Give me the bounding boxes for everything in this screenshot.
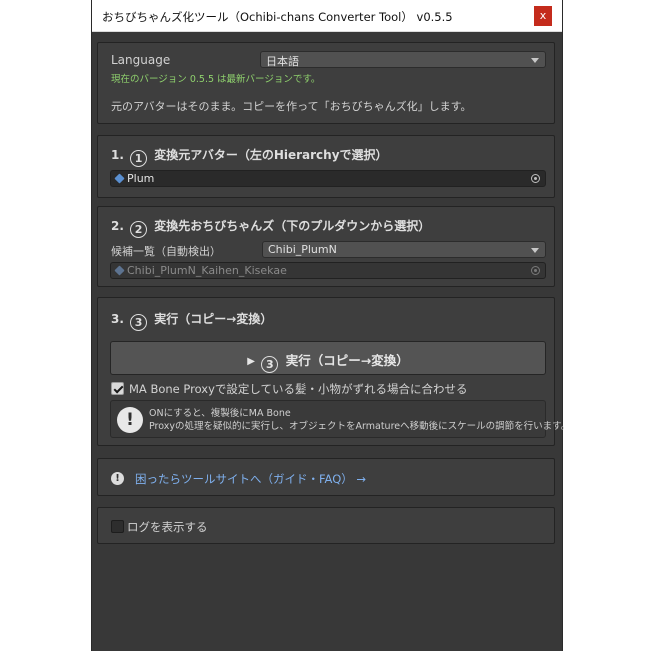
object-picker-icon	[531, 266, 540, 275]
bone-proxy-helpbox: ! ONにすると、複製後にMA Bone Proxyの処理を疑似的に実行し、オブ…	[110, 400, 570, 438]
run-convert-button[interactable]: ▶ 3 実行（コピー→変換）	[110, 341, 546, 375]
step3-number: 3.	[111, 312, 124, 326]
description-text: 元のアバターはそのまま。コピーを作って「おちびちゃんズ化」します。	[111, 100, 472, 113]
language-value: 日本語	[266, 55, 299, 68]
warning-icon: !	[111, 472, 124, 485]
version-status: 現在のバージョン 0.5.5 は最新バージョンです。	[111, 74, 321, 85]
help-line-2: Proxyの処理を疑似的に実行し、オブジェクトをArmatureへ移動後にスケー…	[149, 421, 571, 432]
log-panel: ログを表示する	[97, 507, 555, 544]
candidates-value: Chibi_PlumN	[268, 243, 337, 256]
step3-title: 3. 3 実行（コピー→変換）	[111, 310, 272, 331]
prefab-icon	[114, 265, 125, 276]
object-picker-icon[interactable]	[531, 174, 540, 183]
show-log-checkbox[interactable]	[111, 520, 124, 533]
step2-panel: 2. 2 変換先おちびちゃんズ（下のプルダウンから選択） 候補一覧（自動検出） …	[97, 206, 555, 287]
language-dropdown[interactable]: 日本語	[260, 51, 546, 68]
target-chibi-value: Chibi_PlumN_Kaihen_Kisekae	[127, 264, 287, 277]
play-icon: ▶	[247, 356, 255, 367]
step2-number: 2.	[111, 219, 124, 233]
target-chibi-field: Chibi_PlumN_Kaihen_Kisekae	[110, 262, 546, 279]
step1-title-text: 変換元アバター（左のHierarchyで選択）	[154, 148, 388, 162]
window-title: おちびちゃんズ化ツール（Ochibi-chans Converter Tool）…	[102, 10, 453, 24]
run-button-label: 実行（コピー→変換）	[285, 353, 409, 368]
language-label: Language	[111, 53, 171, 67]
info-icon: !	[117, 407, 143, 433]
source-avatar-field[interactable]: Plum	[110, 170, 546, 187]
run-circle-number: 3	[261, 356, 279, 373]
step2-title: 2. 2 変換先おちびちゃんズ（下のプルダウンから選択）	[111, 217, 430, 238]
source-avatar-value: Plum	[127, 172, 155, 185]
step1-panel: 1. 1 変換元アバター（左のHierarchyで選択） Plum	[97, 135, 555, 198]
step3-title-text: 実行（コピー→変換）	[154, 312, 273, 326]
bone-proxy-checkbox[interactable]	[111, 382, 124, 395]
step1-title: 1. 1 変換元アバター（左のHierarchyで選択）	[111, 146, 388, 167]
header-panel: Language 日本語 現在のバージョン 0.5.5 は最新バージョンです。 …	[97, 42, 555, 124]
step1-number: 1.	[111, 148, 124, 162]
step3-circle-number: 3	[130, 314, 148, 331]
help-link-panel: ! 困ったらツールサイトへ（ガイド・FAQ） →	[97, 458, 555, 496]
bone-proxy-checkbox-label[interactable]: MA Bone Proxyで設定している髪・小物がずれる場合に合わせる	[129, 381, 468, 397]
step1-circle-number: 1	[130, 150, 148, 167]
converter-window: おちびちゃんズ化ツール（Ochibi-chans Converter Tool）…	[91, 0, 570, 651]
step2-circle-number: 2	[130, 221, 148, 238]
candidates-dropdown[interactable]: Chibi_PlumN	[262, 241, 546, 258]
chevron-down-icon	[531, 58, 539, 63]
show-log-label[interactable]: ログを表示する	[127, 519, 208, 535]
prefab-icon	[114, 173, 125, 184]
chevron-down-icon	[531, 248, 539, 253]
step2-title-text: 変換先おちびちゃんズ（下のプルダウンから選択）	[154, 219, 431, 233]
title-bar[interactable]: おちびちゃんズ化ツール（Ochibi-chans Converter Tool）…	[92, 0, 562, 32]
close-button[interactable]: x	[534, 6, 552, 26]
help-site-link[interactable]: 困ったらツールサイトへ（ガイド・FAQ） →	[135, 471, 366, 487]
step3-panel: 3. 3 実行（コピー→変換） ▶ 3 実行（コピー→変換） MA Bone P…	[97, 297, 570, 446]
help-line-1: ONにすると、複製後にMA Bone	[149, 408, 291, 419]
helpbox-text: ONにすると、複製後にMA Bone Proxyの処理を疑似的に実行し、オブジェ…	[149, 407, 570, 433]
candidates-label: 候補一覧（自動検出）	[111, 245, 221, 258]
